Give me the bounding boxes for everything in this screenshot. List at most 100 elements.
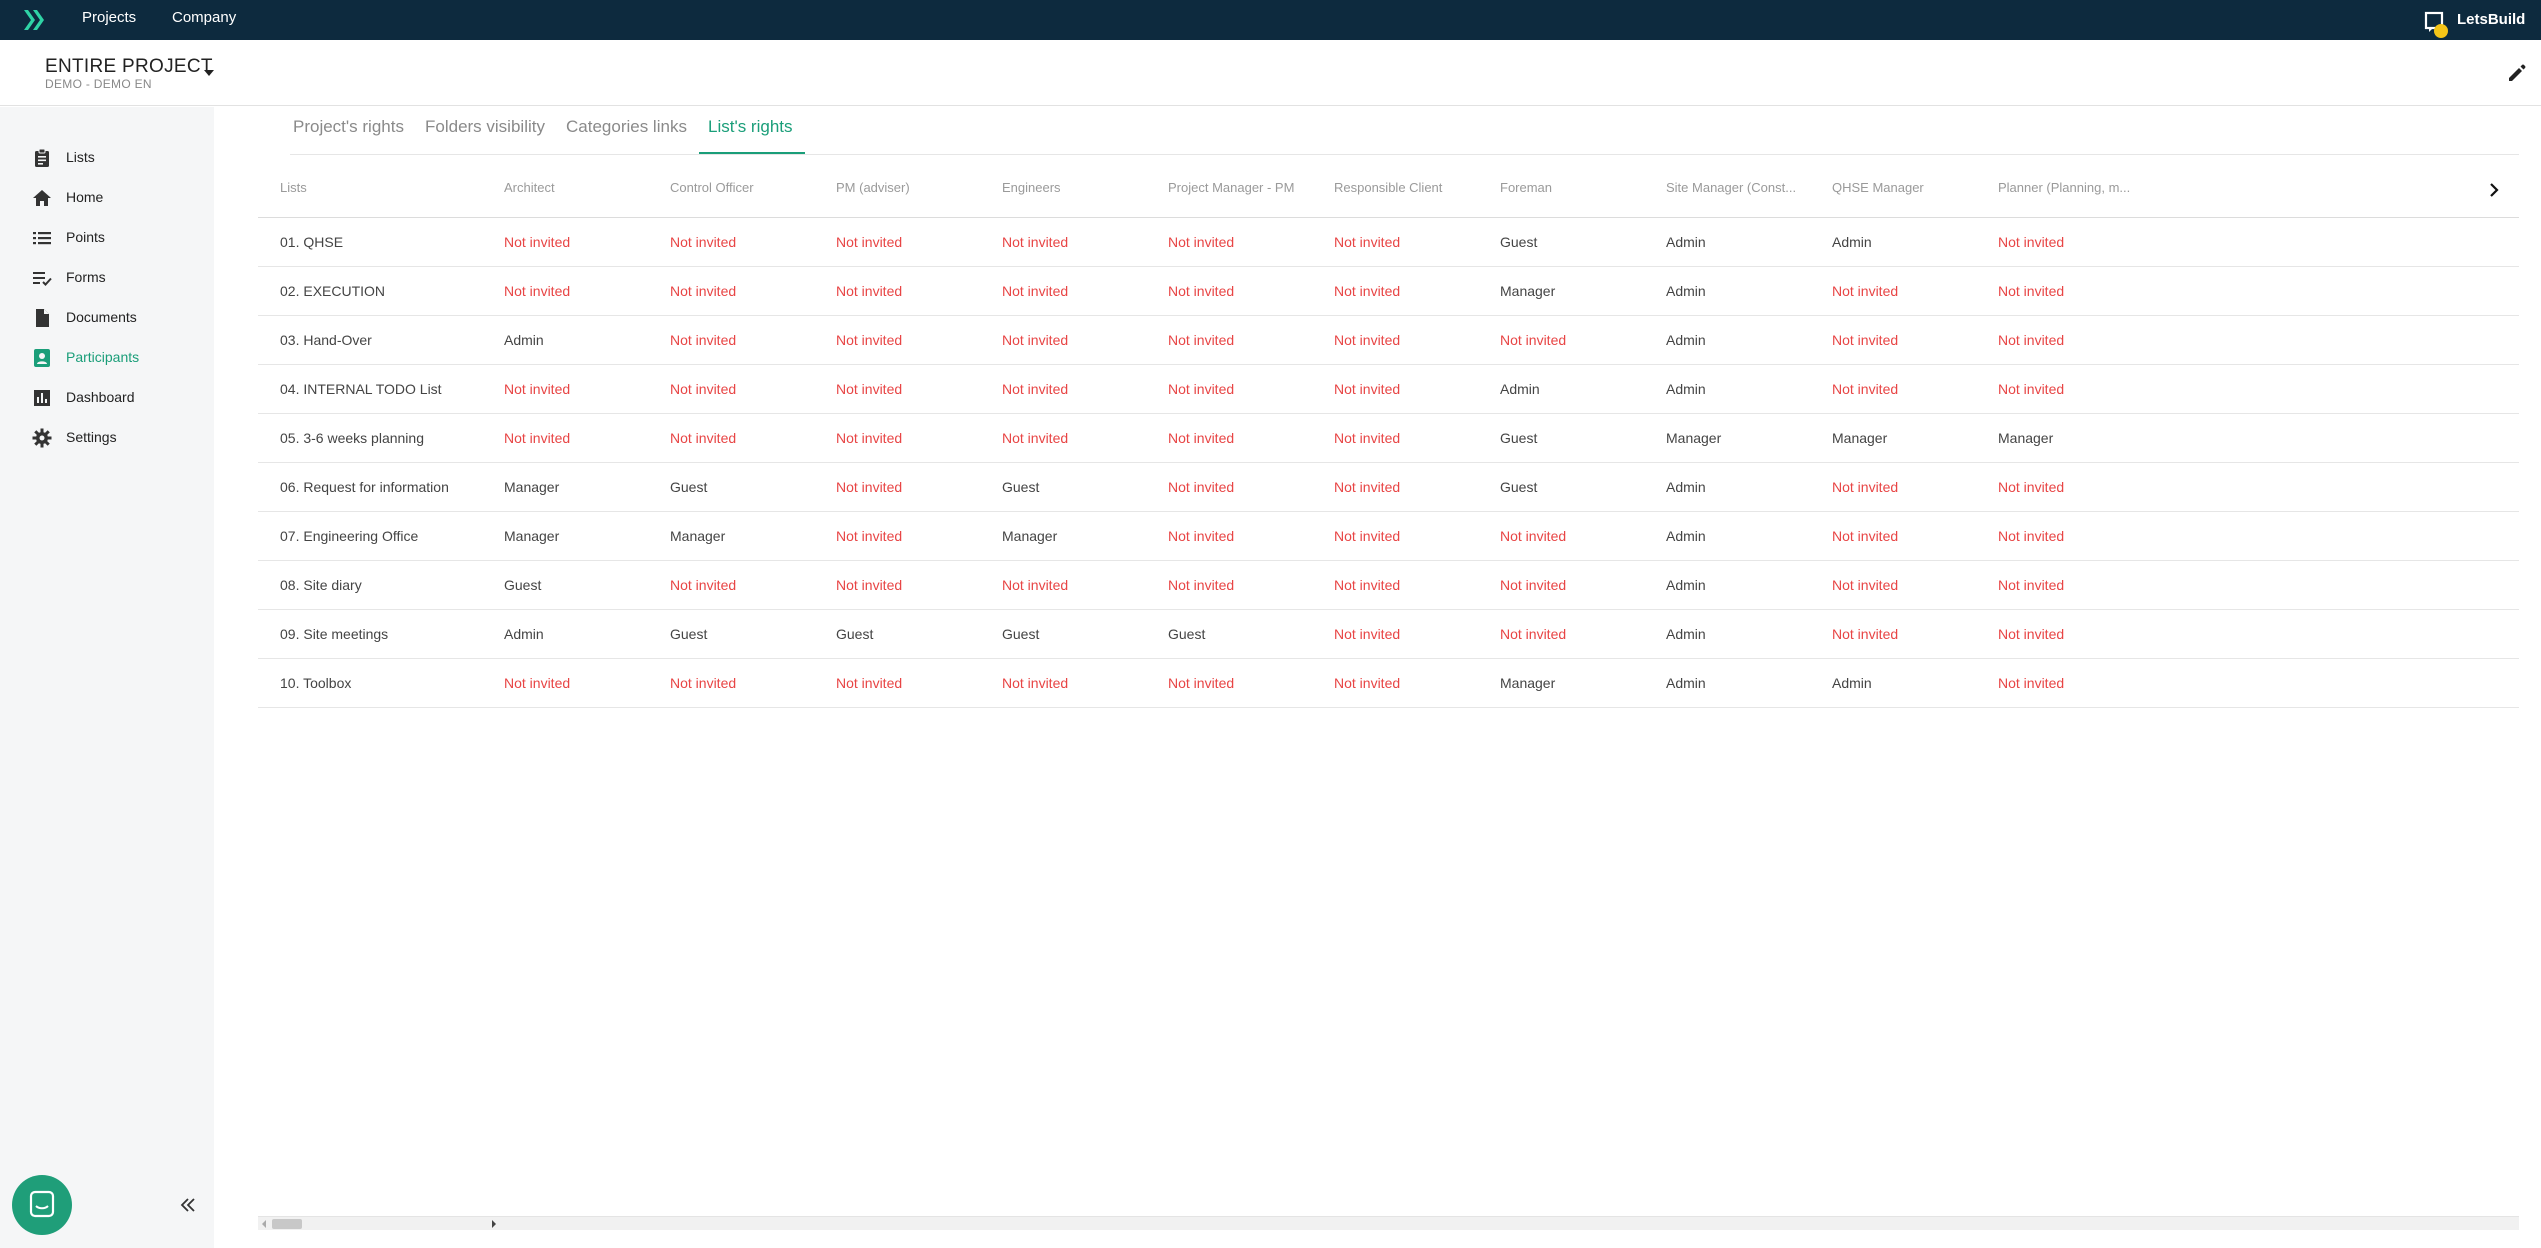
rights-cell[interactable]: Not invited [1998, 234, 2064, 250]
rights-cell[interactable]: Not invited [1168, 234, 1234, 250]
project-title[interactable]: ENTIRE PROJECT [45, 56, 213, 78]
rights-cell[interactable]: Not invited [1998, 332, 2064, 348]
letsbuild-logo-icon[interactable] [20, 6, 48, 34]
rights-cell[interactable]: Manager [670, 528, 725, 544]
chat-button[interactable] [12, 1175, 72, 1235]
rights-cell[interactable]: Manager [1002, 528, 1057, 544]
scroll-left-arrow-icon[interactable] [262, 1220, 266, 1228]
rights-cell[interactable]: Not invited [836, 528, 902, 544]
chevron-right-icon[interactable] [2486, 182, 2502, 198]
tab-folders-visibility[interactable]: Folders visibility [425, 117, 545, 155]
scrollbar-thumb[interactable] [272, 1219, 302, 1229]
rights-cell[interactable]: Admin [1500, 381, 1540, 397]
rights-cell[interactable]: Not invited [1832, 381, 1898, 397]
rights-cell[interactable]: Not invited [504, 234, 570, 250]
rights-cell[interactable]: Not invited [1334, 332, 1400, 348]
rights-cell[interactable]: Not invited [836, 479, 902, 495]
rights-cell[interactable]: Not invited [836, 430, 902, 446]
rights-cell[interactable]: Not invited [1168, 577, 1234, 593]
rights-cell[interactable]: Manager [1998, 430, 2053, 446]
sidebar-item-home[interactable]: Home [0, 180, 214, 216]
rights-cell[interactable]: Admin [1666, 283, 1706, 299]
rights-cell[interactable]: Guest [836, 626, 873, 642]
tab-lists-rights[interactable]: List's rights [708, 117, 793, 155]
rights-cell[interactable]: Admin [1666, 577, 1706, 593]
rights-cell[interactable]: Manager [1832, 430, 1887, 446]
rights-cell[interactable]: Admin [1666, 675, 1706, 691]
rights-cell[interactable]: Admin [504, 332, 544, 348]
rights-cell[interactable]: Not invited [1832, 283, 1898, 299]
rights-cell[interactable]: Manager [1666, 430, 1721, 446]
rights-cell[interactable]: Manager [504, 479, 559, 495]
rights-cell[interactable]: Not invited [1334, 479, 1400, 495]
rights-cell[interactable]: Admin [1832, 234, 1872, 250]
rights-cell[interactable]: Not invited [836, 577, 902, 593]
rights-cell[interactable]: Admin [1666, 381, 1706, 397]
rights-cell[interactable]: Not invited [1832, 626, 1898, 642]
rights-cell[interactable]: Not invited [1168, 675, 1234, 691]
rights-cell[interactable]: Guest [1500, 479, 1537, 495]
rights-cell[interactable]: Guest [1500, 430, 1537, 446]
rights-cell[interactable]: Not invited [1500, 332, 1566, 348]
rights-cell[interactable]: Not invited [1832, 577, 1898, 593]
sidebar-item-forms[interactable]: Forms [0, 260, 214, 296]
rights-cell[interactable]: Not invited [1334, 675, 1400, 691]
rights-cell[interactable]: Not invited [1334, 626, 1400, 642]
sidebar-item-dashboard[interactable]: Dashboard [0, 380, 214, 416]
rights-cell[interactable]: Not invited [1002, 430, 1068, 446]
rights-cell[interactable]: Admin [1666, 332, 1706, 348]
rights-cell[interactable]: Not invited [670, 234, 736, 250]
rights-cell[interactable]: Not invited [1002, 381, 1068, 397]
rights-cell[interactable]: Guest [670, 479, 707, 495]
sidebar-item-participants[interactable]: Participants [0, 340, 214, 376]
rights-cell[interactable]: Not invited [1998, 577, 2064, 593]
account-menu[interactable]: LetsBuild [2457, 0, 2541, 64]
rights-cell[interactable]: Not invited [1334, 528, 1400, 544]
rights-cell[interactable]: Not invited [670, 430, 736, 446]
tab-categories-links[interactable]: Categories links [566, 117, 687, 155]
horizontal-scrollbar[interactable] [258, 1216, 2519, 1230]
rights-cell[interactable]: Not invited [1500, 626, 1566, 642]
nav-company[interactable]: Company [172, 0, 236, 40]
sidebar-item-points[interactable]: Points [0, 220, 214, 256]
rights-cell[interactable]: Not invited [1168, 528, 1234, 544]
rights-cell[interactable]: Guest [1002, 626, 1039, 642]
rights-cell[interactable]: Not invited [1334, 283, 1400, 299]
rights-cell[interactable]: Not invited [1998, 675, 2064, 691]
rights-cell[interactable]: Not invited [1832, 332, 1898, 348]
rights-cell[interactable]: Not invited [1334, 234, 1400, 250]
rights-cell[interactable]: Not invited [1998, 479, 2064, 495]
rights-cell[interactable]: Admin [1666, 234, 1706, 250]
rights-cell[interactable]: Guest [504, 577, 541, 593]
rights-cell[interactable]: Not invited [1168, 479, 1234, 495]
rights-cell[interactable]: Not invited [670, 381, 736, 397]
rights-cell[interactable]: Not invited [1002, 577, 1068, 593]
rights-cell[interactable]: Not invited [1334, 577, 1400, 593]
rights-cell[interactable]: Not invited [1334, 430, 1400, 446]
rights-cell[interactable]: Admin [1666, 626, 1706, 642]
rights-cell[interactable]: Not invited [1002, 675, 1068, 691]
rights-cell[interactable]: Not invited [836, 234, 902, 250]
rights-cell[interactable]: Not invited [1168, 332, 1234, 348]
project-dropdown-icon[interactable] [204, 70, 214, 76]
sidebar-item-settings[interactable]: Settings [0, 420, 214, 456]
rights-cell[interactable]: Not invited [504, 430, 570, 446]
rights-cell[interactable]: Admin [1666, 528, 1706, 544]
double-chevron-left-icon[interactable] [178, 1195, 198, 1215]
rights-cell[interactable]: Not invited [1832, 528, 1898, 544]
rights-cell[interactable]: Not invited [836, 283, 902, 299]
rights-cell[interactable]: Not invited [1168, 283, 1234, 299]
rights-cell[interactable]: Not invited [504, 283, 570, 299]
rights-cell[interactable]: Not invited [670, 332, 736, 348]
scroll-right-arrow-icon[interactable] [492, 1220, 496, 1228]
rights-cell[interactable]: Guest [1168, 626, 1205, 642]
rights-cell[interactable]: Not invited [1002, 234, 1068, 250]
rights-cell[interactable]: Not invited [504, 675, 570, 691]
sidebar-item-lists[interactable]: Lists [0, 140, 214, 176]
rights-cell[interactable]: Admin [1666, 479, 1706, 495]
rights-cell[interactable]: Not invited [670, 577, 736, 593]
rights-cell[interactable]: Not invited [1334, 381, 1400, 397]
rights-cell[interactable]: Not invited [1998, 528, 2064, 544]
pencil-icon[interactable] [2506, 62, 2528, 84]
rights-cell[interactable]: Manager [1500, 675, 1555, 691]
